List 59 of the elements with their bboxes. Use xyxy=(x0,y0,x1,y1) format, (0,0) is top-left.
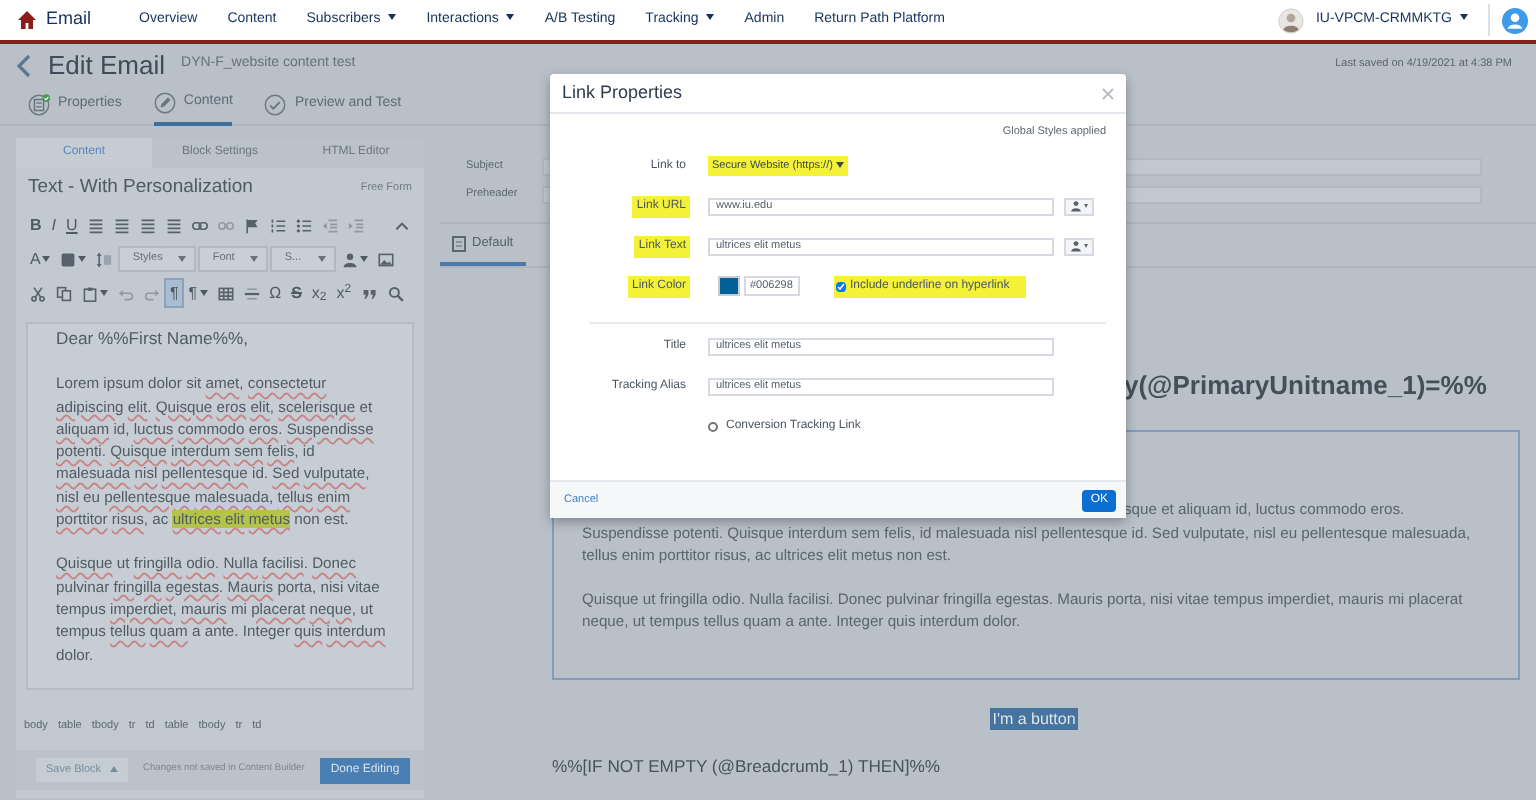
numbered-list-icon xyxy=(269,217,286,233)
personalization-button[interactable] xyxy=(1064,237,1094,255)
flag-icon xyxy=(243,217,260,233)
checkbox[interactable] xyxy=(836,281,846,291)
document-icon xyxy=(28,94,50,116)
person-icon xyxy=(1070,200,1082,212)
close-icon xyxy=(1102,87,1114,100)
fill-color-icon xyxy=(60,251,77,267)
align-icon xyxy=(87,217,104,233)
image-icon xyxy=(377,251,394,267)
user-icon xyxy=(1502,7,1528,33)
redo-icon xyxy=(144,285,160,301)
align-icon xyxy=(113,217,130,233)
quote-icon xyxy=(361,285,378,301)
search-icon xyxy=(387,285,404,301)
block-title: Text - With Personalization xyxy=(28,173,253,202)
chevron-up-icon xyxy=(394,217,410,233)
toolbar-button[interactable]: S xyxy=(287,280,306,306)
bullet-list-icon xyxy=(295,217,312,233)
checkbox[interactable] xyxy=(708,421,718,431)
back-icon xyxy=(16,53,32,77)
toolbar-button[interactable]: ¶ xyxy=(166,280,183,306)
toolbar-button[interactable]: Ω xyxy=(265,280,286,306)
table-icon xyxy=(217,285,234,301)
horizontal-line-icon xyxy=(243,285,260,301)
personalization-button[interactable] xyxy=(1064,197,1094,215)
toolbar-button[interactable]: B xyxy=(26,212,46,238)
line-height-icon xyxy=(96,251,113,267)
page-title: Edit Email xyxy=(48,47,166,84)
copy-icon xyxy=(56,285,72,301)
person-icon xyxy=(1070,240,1082,252)
clipboard-icon xyxy=(82,285,98,301)
check-icon xyxy=(264,94,287,116)
greeting-text: Dear %%First Name%%, xyxy=(56,328,250,351)
color-swatch[interactable] xyxy=(718,276,740,296)
toolbar-button[interactable]: A xyxy=(26,246,55,272)
app-name: Email xyxy=(46,6,92,33)
document-icon xyxy=(452,235,466,251)
unlink-icon xyxy=(217,217,234,233)
link-icon xyxy=(191,217,208,233)
toolbar-button[interactable]: U xyxy=(62,212,82,238)
align-icon xyxy=(165,217,182,233)
toolbar-button[interactable]: x$_{2}$ xyxy=(307,280,331,306)
toolbar-button[interactable]: I xyxy=(47,212,61,238)
toolbar-button[interactable]: x$^{2}$ xyxy=(332,280,356,306)
avatar-icon xyxy=(1277,7,1304,33)
scissors-icon xyxy=(30,285,46,301)
pencil-icon xyxy=(153,92,176,114)
code-text: %%[IF NOT EMPTY (@Breadcrumb_1) THEN]%% xyxy=(552,754,943,780)
home-icon xyxy=(16,10,38,30)
cta-button[interactable]: I'm a button xyxy=(990,708,1078,730)
dialog-title: Link Properties xyxy=(562,79,683,106)
outdent-icon xyxy=(321,217,338,233)
align-icon xyxy=(139,217,156,233)
undo-icon xyxy=(118,285,134,301)
person-icon xyxy=(341,251,358,267)
indent-icon xyxy=(347,217,364,233)
heading-text: y(@PrimaryUnitname_1)=%% xyxy=(1124,368,1489,404)
toolbar-button[interactable]: ¶ xyxy=(184,280,212,306)
